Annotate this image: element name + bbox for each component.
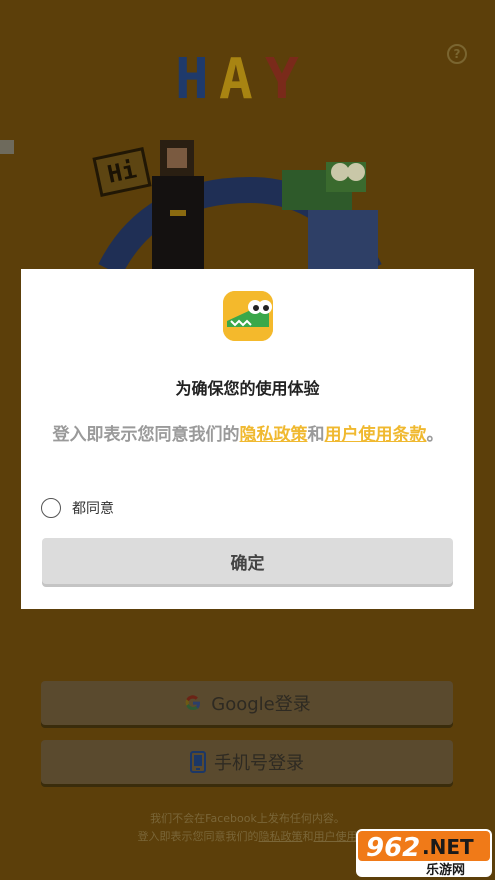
google-login-label: Google登录 [211, 694, 311, 715]
privacy-policy-link[interactable]: 隐私政策 [240, 425, 308, 445]
agree-all-row[interactable]: 都同意 [41, 497, 114, 519]
consent-text: 登入即表示您同意我们的隐私政策和用户使用条款。 [47, 421, 449, 449]
logo-letter-h: H [175, 47, 211, 112]
footer-connector: 和 [302, 830, 314, 843]
google-login-button[interactable]: Google登录 [41, 681, 453, 725]
phone-icon [190, 751, 206, 773]
footer-privacy-link[interactable]: 隐私政策 [259, 830, 303, 843]
logo-letter-a: A [219, 47, 255, 112]
phone-login-button[interactable]: 手机号登录 [41, 740, 453, 784]
dialog-title: 为确保您的使用体验 [175, 379, 320, 398]
watermark-subtitle: 乐游网 [426, 862, 465, 877]
google-icon [183, 693, 203, 713]
agree-all-label: 都同意 [72, 501, 114, 517]
help-icon[interactable]: ? [447, 44, 467, 64]
privacy-dialog: 为确保您的使用体验 登入即表示您同意我们的隐私政策和用户使用条款。 都同意 确定 [21, 269, 474, 609]
footer-prefix: 登入即表示您同意我们的 [137, 830, 259, 843]
watermark-logo: 962 .NET 乐游网 [356, 829, 492, 878]
confirm-button[interactable]: 确定 [42, 538, 453, 584]
terms-of-use-link[interactable]: 用户使用条款 [325, 425, 427, 445]
radio-icon[interactable] [41, 498, 61, 518]
consent-suffix: 。 [426, 425, 444, 445]
footer-line-1: 我们不会在Facebook上发布任何内容。 [150, 812, 345, 825]
consent-prefix: 登入即表示您同意我们的 [52, 425, 240, 445]
consent-connector: 和 [307, 425, 325, 445]
logo-letter-y: Y [265, 47, 301, 112]
phone-login-label: 手机号登录 [214, 753, 304, 774]
watermark-suffix: .NET [422, 835, 474, 859]
login-screen: ? H A Y Hi 为确保您的使用体验 登入即表示您同意我们的隐私政策和用户使… [0, 0, 495, 880]
footer-terms-link[interactable]: 用户使用 [314, 830, 358, 843]
background-illustration [0, 140, 382, 270]
watermark-brand: 962 [366, 833, 420, 863]
app-crocodile-icon [223, 291, 273, 341]
